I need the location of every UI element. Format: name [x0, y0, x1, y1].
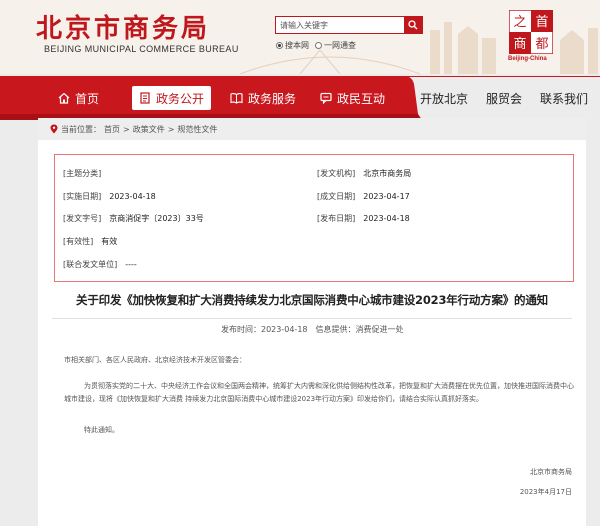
breadcrumb: 当前位置： 首页 > 政策文件 > 规范性文件: [38, 118, 586, 140]
breadcrumb-separator: >: [123, 124, 130, 134]
search-icon: [408, 20, 418, 30]
publish-info: 发布时间：2023-04-18 信息提供：消费促进一处: [221, 324, 404, 335]
nav-item-label: 政民互动: [337, 91, 386, 106]
location-pin-icon: [50, 124, 58, 134]
content-panel: 当前位置： 首页 > 政策文件 > 规范性文件 [主题分类] [发文机构] 北京市…: [38, 118, 586, 526]
badge-char-3: 商: [513, 37, 526, 52]
publish-time: 发布时间：2023-04-18: [221, 325, 308, 334]
meta-topic: [主题分类]: [63, 169, 102, 178]
nav-item-government-affairs[interactable]: 政务公开: [132, 86, 212, 110]
breadcrumb-policy-documents[interactable]: 政策文件: [133, 124, 165, 135]
main-navigation: 首页 政务公开 政务服务 政民互动 开放北京 服贸会 联系我们: [0, 74, 600, 122]
document-salutation: 市相关部门、各区人民政府、北京经济技术开发区管委会：: [64, 356, 246, 364]
document-signature: 北京市商务局: [530, 468, 572, 476]
document-closing: 特此通知。: [84, 426, 119, 434]
nav-item-label: 首页: [75, 91, 100, 106]
document-date: 2023年4月17日: [519, 488, 572, 496]
site-logo-subtitle: BEIJING MUNICIPAL COMMERCE BUREAU: [44, 44, 239, 54]
badge-char-1: 之: [513, 15, 526, 30]
meta-written-date: [成文日期] 2023-04-17: [317, 192, 410, 201]
breadcrumb-prefix: 当前位置：: [61, 124, 101, 134]
info-source: 信息提供：消费促进一处: [315, 325, 404, 334]
document-icon: [140, 92, 150, 104]
meta-publish-date: [发布日期] 2023-04-18: [317, 214, 410, 223]
search-button[interactable]: [404, 17, 422, 33]
meta-issuer: [发文机构] 北京市商务局: [317, 169, 412, 178]
nav-item-label: 政务服务: [248, 91, 297, 106]
badge-char-2: 首: [535, 15, 548, 30]
badge-caption: Beijing-China: [508, 56, 547, 62]
nav-item-ciftis[interactable]: 服贸会: [486, 86, 522, 110]
nav-item-government-services[interactable]: 政务服务: [230, 86, 296, 110]
site-header: 北京市商务局 BEIJING MUNICIPAL COMMERCE BUREAU…: [0, 0, 600, 74]
radio-unselected-icon: [315, 42, 322, 49]
search-box: [275, 16, 423, 34]
breadcrumb-normative-documents[interactable]: 规范性文件: [177, 124, 217, 135]
search-scope-site-radio[interactable]: 搜本网: [276, 40, 309, 51]
document-title: 关于印发《加快恢复和扩大消费持续发力北京国际消费中心城市建设2023年行动方案》…: [76, 293, 548, 307]
document-metadata-box: [主题分类] [发文机构] 北京市商务局 [实施日期] 2023-04-18 [成文…: [54, 154, 574, 282]
breadcrumb-separator: >: [167, 124, 175, 134]
search-scope-options: 搜本网 一网通查: [276, 40, 356, 51]
breadcrumb-home[interactable]: 首页: [104, 124, 120, 135]
chat-icon: [320, 92, 332, 104]
nav-item-open-beijing[interactable]: 开放北京: [420, 86, 468, 110]
document-body: 为贯彻落实党的二十大、中央经济工作会议和全国两会精神，统筹扩大内需和深化供给侧结…: [64, 382, 574, 403]
site-logo-title[interactable]: 北京市商务局: [36, 8, 210, 45]
nav-item-home[interactable]: 首页: [58, 86, 99, 110]
badge-char-4: 都: [535, 37, 548, 52]
book-icon: [230, 93, 243, 104]
meta-document-number: [发文字号] 京商消促字〔2023〕33号: [63, 214, 204, 223]
nav-item-public-interaction[interactable]: 政民互动: [320, 86, 385, 110]
home-icon: [58, 92, 70, 104]
title-divider: [52, 318, 572, 319]
radio-selected-icon: [276, 42, 283, 49]
nav-item-label: 政务公开: [156, 91, 205, 106]
search-input[interactable]: [276, 17, 404, 33]
nav-item-contact-us[interactable]: 联系我们: [540, 86, 588, 110]
search-scope-all-radio[interactable]: 一网通查: [315, 40, 356, 51]
meta-validity: [有效性] 有效: [63, 237, 118, 246]
meta-implementation-date: [实施日期] 2023-04-18: [63, 192, 156, 201]
meta-joint-issuers: [联合发文单位] ----: [63, 260, 137, 269]
capital-commerce-badge: 之 首 商 都: [509, 10, 553, 54]
